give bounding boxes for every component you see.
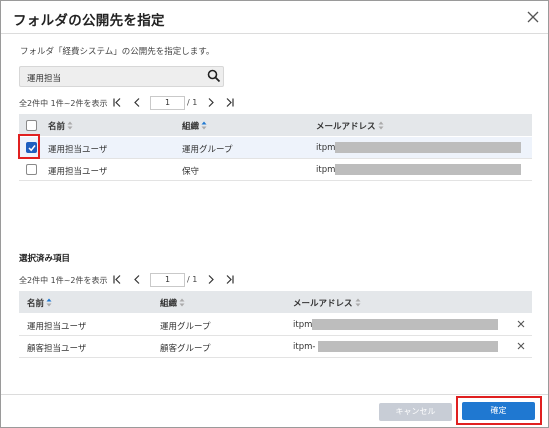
column-org[interactable]: 組織 <box>160 297 185 309</box>
row-email: itpm <box>316 143 336 153</box>
pager-count: 全2件中 1件~2件を表示 <box>19 99 108 108</box>
column-email[interactable]: メールアドレス <box>316 120 384 132</box>
page-total: / 1 <box>187 275 198 284</box>
first-page-icon[interactable] <box>112 97 122 108</box>
table-row: 運用担当ユーザ 運用グループ itpm <box>19 314 532 336</box>
close-icon[interactable] <box>526 10 540 24</box>
redacted-email <box>335 164 521 175</box>
column-email-label: メールアドレス <box>293 299 353 309</box>
column-name[interactable]: 名前 <box>48 120 73 132</box>
search-icon[interactable] <box>207 69 221 83</box>
cancel-button[interactable]: キャンセル <box>379 403 452 421</box>
prev-page-icon[interactable] <box>132 274 142 285</box>
table-row[interactable]: 運用担当ユーザ 運用グループ itpm <box>19 137 532 159</box>
table-header: 名前 組織 メールアドレス <box>19 114 532 136</box>
remove-icon[interactable] <box>516 319 526 329</box>
column-email[interactable]: メールアドレス <box>293 297 361 309</box>
selected-section-title: 選択済み項目 <box>19 254 71 264</box>
footer-divider <box>1 394 548 395</box>
row-org: 運用グループ <box>160 322 211 332</box>
candidate-table: 名前 組織 メールアドレス 運用担当ユーザ 運用グループ itpm 運用担当ユー… <box>19 114 532 184</box>
table-row: 顧客担当ユーザ 顧客グループ itpm- <box>19 336 532 358</box>
sort-icon <box>378 121 384 130</box>
row-org: 運用グループ <box>182 145 233 155</box>
redacted-email <box>335 142 521 153</box>
row-name: 顧客担当ユーザ <box>27 344 87 354</box>
column-name[interactable]: 名前 <box>27 297 52 309</box>
highlight-confirm-annotation <box>456 396 542 425</box>
row-org: 顧客グループ <box>160 344 211 354</box>
table-header: 名前 組織 メールアドレス <box>19 291 532 313</box>
page-number-input[interactable]: 1 <box>150 273 185 287</box>
prev-page-icon[interactable] <box>132 97 142 108</box>
page-total: / 1 <box>187 98 198 107</box>
select-all-checkbox[interactable] <box>26 120 37 131</box>
selected-table: 名前 組織 メールアドレス 運用担当ユーザ 運用グループ itpm 顧客担当ユー… <box>19 291 532 359</box>
row-email: itpm <box>316 165 336 175</box>
column-org-label: 組織 <box>182 122 200 132</box>
sort-icon <box>179 298 185 307</box>
last-page-icon[interactable] <box>225 274 235 285</box>
row-email: itpm- <box>293 342 316 352</box>
column-name-label: 名前 <box>27 299 45 309</box>
column-org-label: 組織 <box>160 299 178 309</box>
column-org[interactable]: 組織 <box>182 120 207 132</box>
row-name: 運用担当ユーザ <box>27 322 87 332</box>
dialog: フォルダの公開先を指定 フォルダ「経費システム」の公開先を指定します。 運用担当… <box>0 0 549 428</box>
search-input[interactable]: 運用担当 <box>19 66 224 87</box>
dialog-title: フォルダの公開先を指定 <box>13 13 165 29</box>
row-checkbox[interactable] <box>26 164 37 175</box>
column-email-label: メールアドレス <box>316 122 376 132</box>
sort-icon <box>46 298 52 307</box>
page-number-input[interactable]: 1 <box>150 96 185 110</box>
redacted-email <box>312 319 498 330</box>
next-page-icon[interactable] <box>206 97 216 108</box>
row-name: 運用担当ユーザ <box>48 145 108 155</box>
dialog-description: フォルダ「経費システム」の公開先を指定します。 <box>20 47 215 57</box>
dialog-titlebar: フォルダの公開先を指定 <box>1 1 548 34</box>
sort-icon <box>67 121 73 130</box>
remove-icon[interactable] <box>516 341 526 351</box>
pager-bottom: 全2件中 1件~2件を表示 1 / 1 <box>19 273 259 287</box>
highlight-checkbox-annotation <box>18 134 40 159</box>
last-page-icon[interactable] <box>225 97 235 108</box>
table-row[interactable]: 運用担当ユーザ 保守 itpm <box>19 159 532 181</box>
pager-top: 全2件中 1件~2件を表示 1 / 1 <box>19 96 259 110</box>
sort-icon <box>201 121 207 130</box>
pager-count: 全2件中 1件~2件を表示 <box>19 276 108 285</box>
row-email: itpm <box>293 320 313 330</box>
column-name-label: 名前 <box>48 122 66 132</box>
sort-icon <box>355 298 361 307</box>
first-page-icon[interactable] <box>112 274 122 285</box>
next-page-icon[interactable] <box>206 274 216 285</box>
search-input-value: 運用担当 <box>27 74 62 84</box>
row-name: 運用担当ユーザ <box>48 167 108 177</box>
redacted-email <box>318 341 498 352</box>
row-org: 保守 <box>182 167 200 177</box>
